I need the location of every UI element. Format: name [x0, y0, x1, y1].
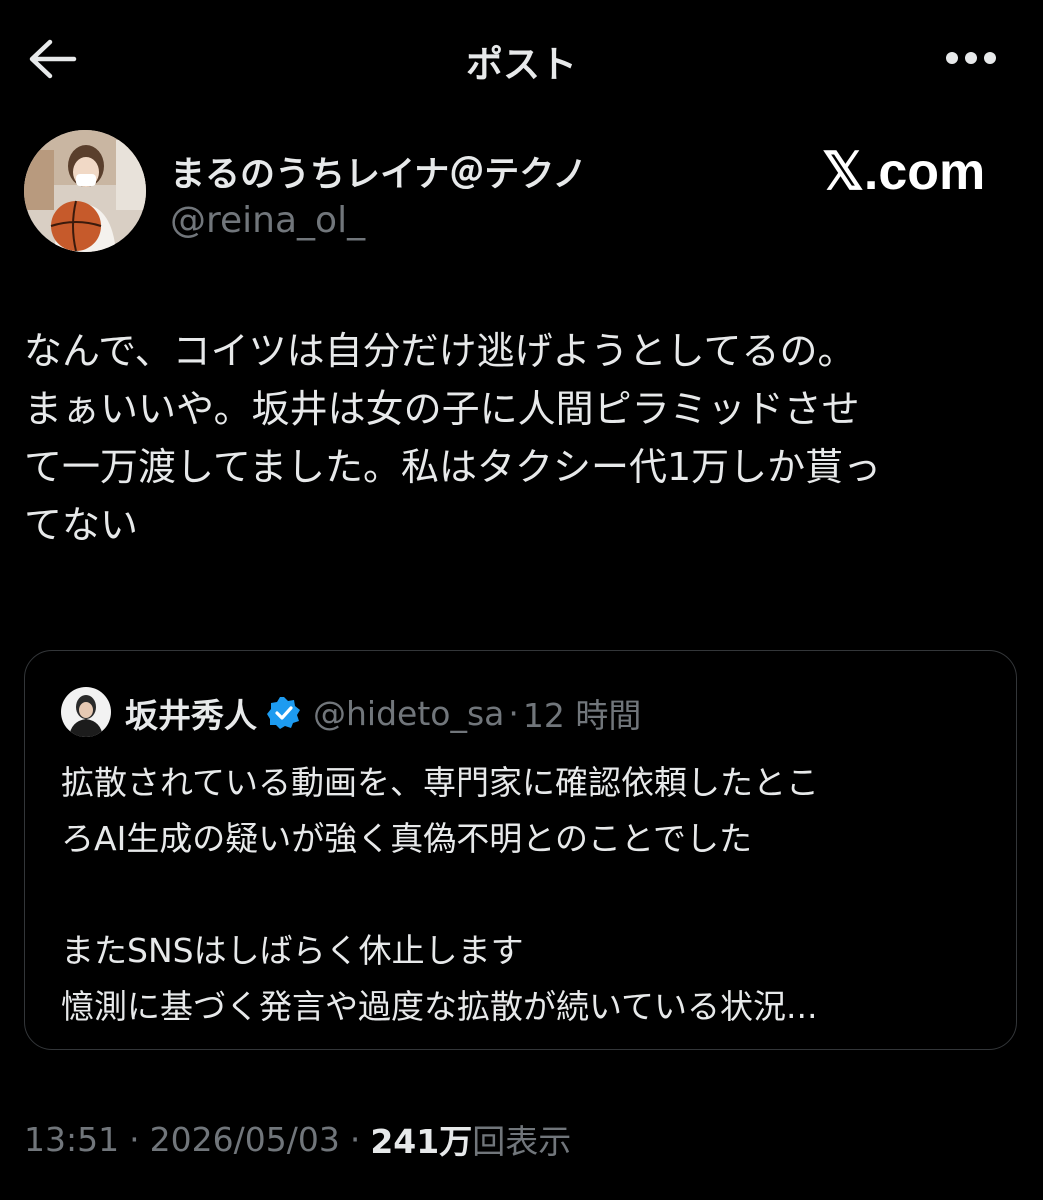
quoted-separator: · — [508, 693, 519, 733]
top-bar: ポスト — [0, 0, 1043, 118]
quoted-author-handle: @hideto_sa — [313, 693, 505, 733]
post-date: 2026/05/03 — [149, 1119, 340, 1159]
author-handle[interactable]: @reina_ol_ — [170, 200, 365, 241]
views-label: 回表示 — [472, 1122, 572, 1161]
meta-separator: · — [129, 1119, 140, 1159]
quoted-post-header: 坂井秀人 @hideto_sa · 12 時間 — [125, 691, 642, 736]
post-author: まるのうちレイナ＠テクノ @reina_ol_ 𝕏.com — [24, 130, 1004, 258]
more-horizontal-icon — [946, 52, 996, 64]
verified-badge-icon — [267, 697, 300, 729]
quoted-timestamp: 12 時間 — [522, 696, 642, 735]
post-time: 13:51 — [24, 1119, 120, 1159]
more-options-button[interactable] — [940, 40, 1002, 76]
arrow-left-icon — [29, 39, 77, 79]
quoted-post-card[interactable]: 坂井秀人 @hideto_sa · 12 時間 拡散されている動画を、専門家に確… — [24, 650, 1017, 1050]
site-watermark: 𝕏.com — [822, 143, 986, 201]
author-display-name[interactable]: まるのうちレイナ＠テクノ — [170, 146, 587, 197]
author-avatar-image — [24, 130, 146, 252]
views-count: 241万 — [370, 1122, 473, 1161]
page-title: ポスト — [466, 43, 577, 86]
meta-separator: · — [349, 1119, 361, 1159]
back-button[interactable] — [26, 36, 78, 82]
quoted-post-text: 拡散されている動画を、専門家に確認依頼したとこ ろAI生成の疑いが強く真偽不明と… — [61, 763, 820, 1026]
post-text: なんで、コイツは自分だけ逃げようとしてるの。 まぁいいや。坂井は女の子に人間ピラ… — [24, 329, 882, 547]
author-avatar[interactable] — [24, 130, 146, 252]
quoted-avatar-image — [61, 687, 111, 737]
quoted-author-name: 坂井秀人 — [125, 696, 257, 735]
quoted-author-avatar — [61, 687, 111, 737]
post-metadata: 13:51 · 2026/05/03 · 241万 回表示 — [24, 1114, 571, 1164]
